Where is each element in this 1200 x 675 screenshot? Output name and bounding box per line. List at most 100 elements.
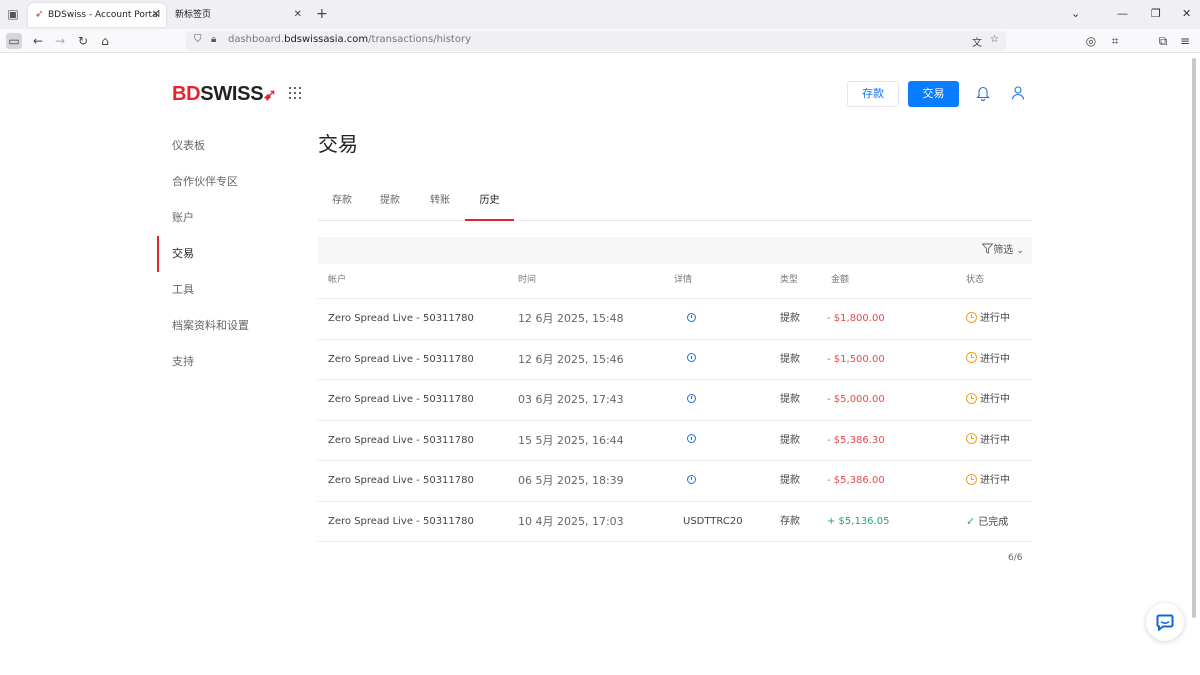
- details-cell[interactable]: [687, 299, 696, 339]
- status-cell: 进行中: [966, 461, 1010, 501]
- info-icon[interactable]: [687, 434, 696, 443]
- account-cell: Zero Spread Live - 50311780: [328, 313, 474, 324]
- sidebar-item-tools[interactable]: 工具: [157, 272, 297, 308]
- details-cell[interactable]: [687, 340, 696, 380]
- status-label: 进行中: [980, 434, 1010, 446]
- scrollbar-thumb[interactable]: [1192, 58, 1196, 618]
- time-cell: 12 6月 2025, 15:48: [518, 312, 624, 325]
- account-cell: Zero Spread Live - 50311780: [328, 475, 474, 486]
- tab-list-icon[interactable]: ▣: [6, 7, 20, 21]
- address-bar[interactable]: ⛉ 🔒︎ dashboard.bdswissasia.com/transacti…: [186, 31, 1006, 51]
- status-label: 进行中: [980, 475, 1010, 486]
- sidebar-item-profile-settings[interactable]: 档案资料和设置: [157, 308, 297, 344]
- user-icon[interactable]: [1011, 85, 1025, 101]
- bdswiss-favicon-icon: ➶: [35, 9, 44, 20]
- amount-cell: - $5,000.00: [827, 394, 885, 405]
- sidebar-item-accounts[interactable]: 账户: [157, 200, 297, 236]
- info-icon[interactable]: [687, 393, 696, 403]
- sidebar-item-transactions[interactable]: 交易: [157, 236, 297, 272]
- tab-transfer[interactable]: 转账: [416, 186, 464, 221]
- details-cell[interactable]: [687, 421, 696, 461]
- time-cell: 12 6月 2025, 15:46: [518, 352, 624, 366]
- table-row[interactable]: Zero Spread Live - 50311780 03 6月 2025, …: [318, 380, 1032, 421]
- crop-icon[interactable]: ⌗: [1107, 33, 1123, 49]
- menu-icon[interactable]: ≡: [1177, 33, 1193, 49]
- account-cell: Zero Spread Live - 50311780: [328, 394, 474, 405]
- filter-bar: 筛选 ⌄: [318, 237, 1032, 264]
- check-icon: ✓: [966, 514, 976, 528]
- live-chat-button[interactable]: [1146, 603, 1184, 641]
- logo-swiss-text: SWISS: [200, 83, 264, 105]
- column-header-details: 详情: [674, 275, 693, 285]
- back-arrow-icon[interactable]: ←: [30, 33, 46, 49]
- close-window-icon[interactable]: ✕: [1182, 7, 1191, 21]
- bdswiss-logo[interactable]: BDSWISS➹: [172, 82, 277, 108]
- chevron-down-icon[interactable]: ⌄: [1071, 7, 1080, 21]
- status-cell: 进行中: [966, 340, 1010, 380]
- new-tab-plus-icon[interactable]: +: [316, 6, 328, 22]
- time-cell: 15 5月 2025, 16:44: [518, 433, 624, 447]
- home-icon[interactable]: ⌂: [97, 33, 113, 49]
- type-cell: 提款: [780, 434, 800, 446]
- browser-tab-active[interactable]: ➶ BDSwiss - Account Portal ✕: [28, 3, 166, 27]
- reload-icon[interactable]: ↻: [75, 33, 91, 49]
- page-scrollbar[interactable]: [1190, 54, 1198, 634]
- status-cell: 进行中: [966, 421, 1010, 461]
- chevron-down-icon: ⌄: [1016, 246, 1024, 256]
- account-cell: Zero Spread Live - 50311780: [328, 353, 474, 365]
- tab-deposit[interactable]: 存款: [318, 186, 366, 221]
- status-cell: 进行中: [966, 380, 1010, 420]
- translate-icon[interactable]: 文: [972, 34, 982, 49]
- sidebar-item-support[interactable]: 支持: [157, 344, 297, 380]
- apps-grid-icon[interactable]: [289, 87, 301, 99]
- info-icon[interactable]: [687, 474, 696, 484]
- browser-tab-inactive[interactable]: 新标签页 ✕: [168, 3, 308, 27]
- bell-icon[interactable]: [976, 85, 990, 101]
- deposit-button[interactable]: 存款: [847, 81, 899, 107]
- pagination-count: 6/6: [1008, 553, 1023, 563]
- time-cell: 06 5月 2025, 18:39: [518, 474, 624, 487]
- filter-button[interactable]: 筛选 ⌄: [981, 243, 1024, 258]
- amount-cell: - $1,500.00: [827, 353, 885, 365]
- tab-withdrawal[interactable]: 提款: [366, 186, 414, 221]
- time-cell: 03 6月 2025, 17:43: [518, 393, 624, 406]
- browser-tab-label: 新标签页: [175, 10, 212, 20]
- type-cell: 提款: [780, 313, 800, 324]
- chat-bubble-icon: [1156, 614, 1174, 631]
- status-label: 进行中: [980, 394, 1010, 405]
- column-header-status: 状态: [966, 275, 985, 285]
- table-row[interactable]: Zero Spread Live - 50311780 10 4月 2025, …: [318, 502, 1032, 543]
- sidebar-menu: 仪表板 合作伙伴专区 账户 交易 工具 档案资料和设置 支持: [157, 128, 297, 380]
- table-row[interactable]: Zero Spread Live - 50311780 15 5月 2025, …: [318, 421, 1032, 461]
- close-icon[interactable]: ✕: [294, 3, 302, 27]
- transactions-table-body: Zero Spread Live - 50311780 12 6月 2025, …: [318, 299, 1032, 542]
- bookmark-star-icon[interactable]: ☆: [990, 34, 999, 45]
- info-icon[interactable]: [687, 312, 696, 322]
- sidebar-item-partner-zone[interactable]: 合作伙伴专区: [157, 164, 297, 200]
- table-row[interactable]: Zero Spread Live - 50311780 06 5月 2025, …: [318, 461, 1032, 502]
- tab-history[interactable]: 历史: [465, 186, 514, 221]
- status-label: 进行中: [980, 353, 1010, 365]
- trade-button[interactable]: 交易: [908, 81, 959, 107]
- table-row[interactable]: Zero Spread Live - 50311780 12 6月 2025, …: [318, 299, 1032, 340]
- minimize-icon[interactable]: —: [1117, 7, 1128, 21]
- clock-icon: [966, 473, 977, 485]
- restore-icon[interactable]: ❐: [1151, 7, 1161, 21]
- url-text[interactable]: dashboard.bdswissasia.com/transactions/h…: [228, 34, 471, 45]
- browser-navigation-bar: ▭ ← → ↻ ⌂ ⛉ 🔒︎ dashboard.bdswissasia.com…: [0, 29, 1200, 53]
- shield-icon[interactable]: ⛉: [194, 34, 202, 45]
- status-cell: ✓ 已完成: [966, 502, 1008, 543]
- sidebar-item-dashboard[interactable]: 仪表板: [157, 128, 297, 164]
- clock-icon: [966, 392, 977, 404]
- close-icon[interactable]: ✕: [152, 3, 160, 27]
- table-row[interactable]: Zero Spread Live - 50311780 12 6月 2025, …: [318, 340, 1032, 380]
- details-cell[interactable]: [687, 380, 696, 420]
- extensions-icon[interactable]: ⧉: [1155, 33, 1171, 49]
- info-icon[interactable]: [687, 353, 696, 362]
- details-cell[interactable]: [687, 461, 696, 501]
- account-icon[interactable]: ◎: [1083, 33, 1099, 49]
- sidebar-toggle-icon[interactable]: ▭: [6, 33, 22, 49]
- forward-arrow-icon[interactable]: →: [52, 33, 68, 49]
- type-cell: 存款: [780, 515, 800, 527]
- lock-icon[interactable]: 🔒︎: [211, 34, 216, 45]
